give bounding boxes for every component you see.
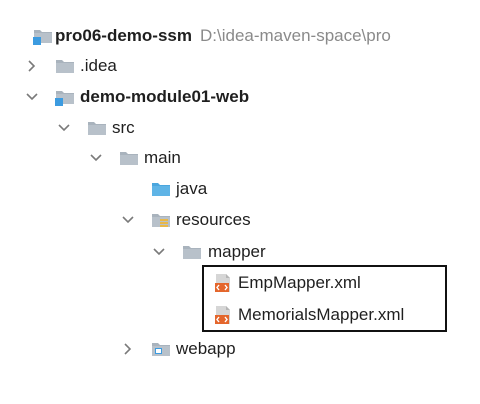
chevron-right-icon[interactable] xyxy=(120,341,136,357)
folder-icon xyxy=(182,243,202,261)
resources-folder-icon xyxy=(151,211,171,229)
web-folder-icon xyxy=(151,340,171,358)
tree-node-label: mapper xyxy=(208,242,266,261)
tree-node-label: webapp xyxy=(176,339,236,358)
project-name: pro06-demo-ssm xyxy=(55,26,192,45)
module-folder-icon xyxy=(55,88,75,106)
tree-node-src[interactable]: src xyxy=(0,113,480,143)
folder-icon xyxy=(55,57,75,75)
project-path: D:\idea-maven-space\pro xyxy=(199,26,391,45)
tree-node-project[interactable]: pro06-demo-ssm D:\idea-maven-space\pro xyxy=(0,21,480,51)
chevron-right-icon[interactable] xyxy=(24,58,40,74)
tree-node-java[interactable]: java xyxy=(0,174,480,204)
tree-node-idea[interactable]: .idea xyxy=(0,51,480,81)
folder-icon xyxy=(87,119,107,137)
chevron-down-icon[interactable] xyxy=(151,244,167,260)
project-tree: pro06-demo-ssm D:\idea-maven-space\pro .i… xyxy=(0,0,480,404)
chevron-down-icon[interactable] xyxy=(24,89,40,105)
tree-node-mapper[interactable]: mapper xyxy=(0,237,480,267)
module-folder-icon xyxy=(33,27,53,45)
chevron-down-icon[interactable] xyxy=(88,150,104,166)
tree-node-label: demo-module01-web xyxy=(80,87,250,106)
highlight-box xyxy=(202,265,447,332)
source-folder-icon xyxy=(151,180,171,198)
tree-node-label: src xyxy=(112,118,135,137)
chevron-down-icon[interactable] xyxy=(120,212,136,228)
tree-node-label: main xyxy=(144,148,181,167)
tree-node-label: java xyxy=(176,179,208,198)
tree-node-resources[interactable]: resources xyxy=(0,205,480,235)
tree-node-webapp[interactable]: webapp xyxy=(0,334,480,364)
folder-icon xyxy=(119,149,139,167)
chevron-down-icon[interactable] xyxy=(56,120,72,136)
tree-node-main[interactable]: main xyxy=(0,143,480,173)
tree-node-label: resources xyxy=(176,210,251,229)
tree-node-module[interactable]: demo-module01-web xyxy=(0,82,480,112)
tree-node-label: .idea xyxy=(80,56,117,75)
